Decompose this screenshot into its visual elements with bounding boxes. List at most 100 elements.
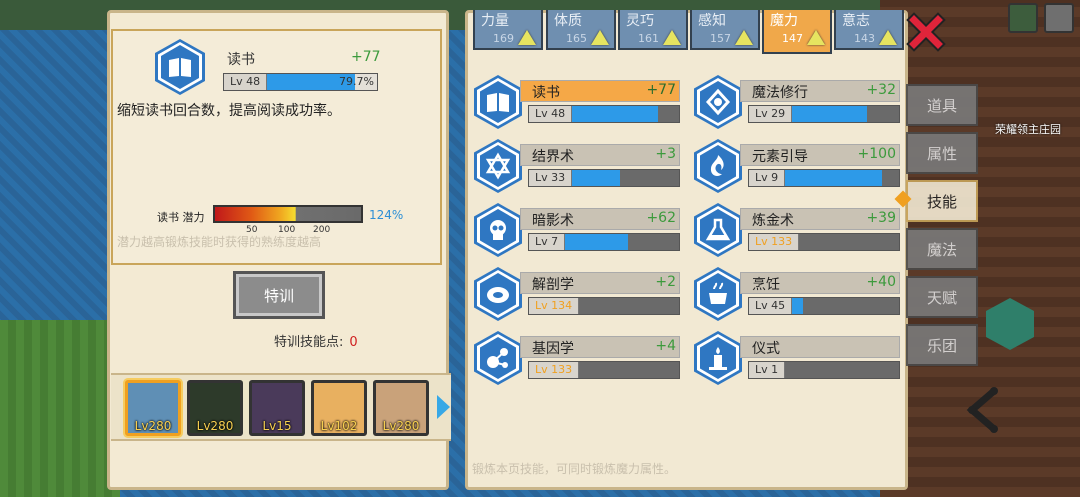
skill-detail-description: 缩短读书回合数，提高阅读成功率。 <box>117 103 341 119</box>
potential-percent: 124% <box>369 208 404 222</box>
pot-icon <box>694 267 742 321</box>
skill-level-bar: Lv 33 <box>528 169 680 187</box>
upgrade-triangle-icon <box>735 30 753 45</box>
skull-icon <box>474 203 522 257</box>
skill-item[interactable]: 炼金术 +39 Lv 133 <box>694 203 900 257</box>
skill-detail-level: Lv 48 <box>224 74 268 90</box>
skill-level: Lv 134 <box>529 298 580 314</box>
skill-progress-fill <box>572 106 658 122</box>
hero-selector: Lv280 Lv280 Lv15 Lv102 Lv280 <box>111 373 451 441</box>
potential-label: 读书 潜力 <box>157 211 205 224</box>
side-tab-items[interactable]: 道具 <box>906 84 978 126</box>
skill-bonus: +77 <box>646 82 676 98</box>
skill-bonus: +32 <box>866 82 896 98</box>
training-points-label: 特训技能点: <box>274 335 344 350</box>
stat-tab-magic[interactable]: 魔力 147 <box>762 10 832 54</box>
skill-detail-level-bar: Lv 48 79.7% <box>223 73 378 91</box>
skill-name: 元素引导 <box>752 149 808 165</box>
close-icon[interactable] <box>906 12 946 52</box>
skill-level-bar: Lv 7 <box>528 233 680 251</box>
skill-level-bar: Lv 134 <box>528 297 680 315</box>
skill-bonus: +39 <box>866 210 896 226</box>
hero-portrait[interactable]: Lv280 <box>125 380 181 436</box>
skill-progress-fill <box>565 234 628 250</box>
stat-tab-strength[interactable]: 力量 169 <box>473 10 543 50</box>
stat-tab-constitution[interactable]: 体质 165 <box>546 10 616 50</box>
book-icon <box>474 75 522 129</box>
stat-tab-will[interactable]: 意志 143 <box>834 10 904 50</box>
skill-item[interactable]: 仪式 Lv 1 <box>694 331 900 385</box>
skill-name: 烹饪 <box>752 277 780 293</box>
skill-detail-card: 读书 +77 Lv 48 79.7% 缩短读书回合数，提高阅读成功率。 读书 潜… <box>111 29 442 265</box>
skill-level: Lv 48 <box>529 106 573 122</box>
skill-level-bar: Lv 1 <box>748 361 900 379</box>
back-arrow-icon[interactable] <box>960 385 1004 435</box>
candle-icon <box>694 331 742 385</box>
potential-bar <box>213 205 363 223</box>
skill-progress-fill <box>792 298 803 314</box>
hero-portrait[interactable]: Lv102 <box>311 380 367 436</box>
upgrade-triangle-icon <box>591 30 609 45</box>
skill-level-bar: Lv 9 <box>748 169 900 187</box>
location-label: 荣耀领主庄园 <box>995 123 1061 136</box>
skill-level: Lv 29 <box>749 106 793 122</box>
skill-item[interactable]: 读书 +77 Lv 48 <box>474 75 680 129</box>
skill-progress-fill <box>572 170 621 186</box>
side-tab-skills[interactable]: 技能 <box>906 180 978 222</box>
element-flame-icon <box>694 139 742 193</box>
skill-bonus: +2 <box>655 274 676 290</box>
skill-level: Lv 7 <box>529 234 566 250</box>
potential-note: 潜力越高锻炼技能时获得的熟练度越高 <box>117 235 322 249</box>
skill-progress-fill <box>785 170 882 186</box>
skill-level: Lv 133 <box>529 362 580 378</box>
training-points-value: 0 <box>349 335 358 350</box>
side-tab-magic[interactable]: 魔法 <box>906 228 978 270</box>
network-icon[interactable] <box>1008 3 1038 33</box>
side-tab-band[interactable]: 乐团 <box>906 324 978 366</box>
skill-item[interactable]: 暗影术 +62 Lv 7 <box>474 203 680 257</box>
barrier-star-icon <box>474 139 522 193</box>
skill-detail-progress-text: 79.7% <box>339 75 374 88</box>
skill-bonus: +62 <box>646 210 676 226</box>
skill-list-panel: 力量 169 体质 165 灵巧 161 感知 157 魔力 147 意志 143 读书 +7… <box>465 10 908 490</box>
magic-rune-icon <box>694 75 742 129</box>
skill-item[interactable]: 烹饪 +40 Lv 45 <box>694 267 900 321</box>
skill-detail-panel: 读书 +77 Lv 48 79.7% 缩短读书回合数，提高阅读成功率。 读书 潜… <box>107 10 451 490</box>
hero-portrait[interactable]: Lv280 <box>187 380 243 436</box>
skill-item[interactable]: 元素引导 +100 Lv 9 <box>694 139 900 193</box>
upgrade-triangle-icon <box>879 30 897 45</box>
skill-name: 解剖学 <box>532 277 574 293</box>
skill-level: Lv 9 <box>749 170 786 186</box>
skill-name: 暗影术 <box>532 213 574 229</box>
skill-item[interactable]: 解剖学 +2 Lv 134 <box>474 267 680 321</box>
exit-icon[interactable] <box>1044 3 1074 33</box>
skill-bonus: +3 <box>655 146 676 162</box>
special-training-button[interactable]: 特训 <box>233 271 325 319</box>
skill-detail-bonus: +77 <box>351 49 381 65</box>
skill-level: Lv 133 <box>749 234 800 250</box>
hero-portrait[interactable]: Lv280 <box>373 380 429 436</box>
skill-level: Lv 33 <box>529 170 573 186</box>
skill-name: 炼金术 <box>752 213 794 229</box>
stat-tab-perception[interactable]: 感知 157 <box>690 10 760 50</box>
skill-page-note: 锻炼本页技能，可同时锻炼魔力属性。 <box>472 462 677 476</box>
hero-portrait[interactable]: Lv15 <box>249 380 305 436</box>
skill-item[interactable]: 魔法修行 +32 Lv 29 <box>694 75 900 129</box>
skill-level-bar: Lv 133 <box>748 233 900 251</box>
gene-icon <box>474 331 522 385</box>
side-tab-talent[interactable]: 天赋 <box>906 276 978 318</box>
map-grass <box>0 320 120 497</box>
skill-item[interactable]: 结界术 +3 Lv 33 <box>474 139 680 193</box>
hero-next-arrow-icon[interactable] <box>437 395 450 419</box>
skill-name: 仪式 <box>752 341 780 357</box>
skill-level-bar: Lv 29 <box>748 105 900 123</box>
skill-bonus: +100 <box>857 146 896 162</box>
skill-level: Lv 1 <box>749 362 786 378</box>
skill-name: 结界术 <box>532 149 574 165</box>
meat-icon <box>474 267 522 321</box>
skill-level-bar: Lv 45 <box>748 297 900 315</box>
stat-tab-dexterity[interactable]: 灵巧 161 <box>618 10 688 50</box>
skill-item[interactable]: 基因学 +4 Lv 133 <box>474 331 680 385</box>
upgrade-triangle-icon <box>663 30 681 45</box>
side-tab-attributes[interactable]: 属性 <box>906 132 978 174</box>
